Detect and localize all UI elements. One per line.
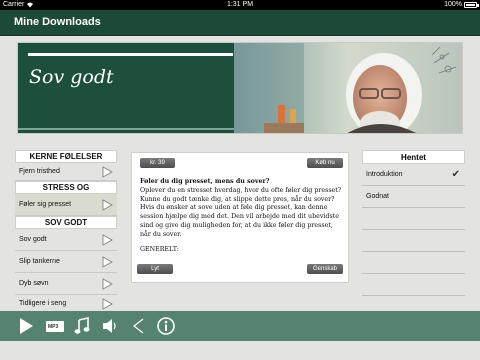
restore-button[interactable]: Genskab xyxy=(307,264,343,274)
listen-button[interactable]: Lyt xyxy=(137,264,173,274)
clock: 1:31 PM xyxy=(226,1,254,8)
empty-row xyxy=(362,208,465,230)
category-list: KERNE FØLELSER Fjern tristhed STRESS OG … xyxy=(15,150,117,313)
downloaded-list: Hentet Introduktion ✔ Godnat xyxy=(362,150,465,318)
list-item-label: Føler sig presset xyxy=(19,201,72,208)
bottom-toolbar: MP3 xyxy=(0,311,480,341)
battery-percent: 100% xyxy=(444,1,462,8)
play-arrow-icon[interactable] xyxy=(102,199,113,211)
section-header-kerne: KERNE FØLELSER xyxy=(15,150,117,163)
info-icon[interactable] xyxy=(157,317,175,335)
battery-icon xyxy=(464,2,477,8)
list-item[interactable]: Sov godt xyxy=(15,229,117,251)
music-note-icon[interactable] xyxy=(74,317,90,335)
banner-title: Sov godt xyxy=(29,66,114,88)
presenter-photo xyxy=(234,43,462,133)
section-header-sov: SOV GODT xyxy=(15,216,117,229)
list-item-label: Fjern tristhed xyxy=(19,168,60,175)
status-bar: Carrier 1:31 PM 100% xyxy=(0,0,480,10)
downloaded-item-label: Introduktion xyxy=(366,171,403,178)
checkmark-icon: ✔ xyxy=(451,169,460,180)
play-arrow-icon[interactable] xyxy=(102,234,113,246)
play-arrow-icon[interactable] xyxy=(102,298,113,310)
general-label: GENERELT: xyxy=(140,245,179,253)
share-icon[interactable] xyxy=(132,317,144,335)
downloaded-header: Hentet xyxy=(362,150,465,164)
play-arrow-icon[interactable] xyxy=(102,256,113,268)
play-arrow-icon[interactable] xyxy=(102,166,113,178)
list-item[interactable]: Dyb søvn xyxy=(15,273,117,295)
downloaded-item-label: Godnat xyxy=(366,193,389,200)
downloaded-item[interactable]: Godnat xyxy=(362,186,465,208)
description-body: Oplever du en stresset hverdag, hvor du … xyxy=(140,186,342,238)
mp3-label: MP3 xyxy=(48,324,59,330)
empty-row xyxy=(362,230,465,252)
empty-row xyxy=(362,274,465,296)
list-item-label: Tidligere i seng xyxy=(19,300,67,307)
price-badge: kr. 39 xyxy=(140,158,175,168)
list-item-label: Sov godt xyxy=(19,236,47,243)
battery-tip xyxy=(477,4,479,7)
downloaded-item[interactable]: Introduktion ✔ xyxy=(362,164,465,186)
volume-icon[interactable] xyxy=(101,317,119,335)
description-heading: Føler du dig presset, mens du sover? xyxy=(140,178,270,185)
header-banner: Sov godt xyxy=(17,42,463,134)
play-arrow-icon[interactable] xyxy=(102,278,113,290)
description: Føler du dig presset, mens du sover? Opl… xyxy=(140,178,344,254)
empty-row xyxy=(362,252,465,274)
mp3-button[interactable]: MP3 xyxy=(45,317,65,335)
list-item-selected[interactable]: Føler sig presset xyxy=(15,194,117,216)
buy-button[interactable]: Køb nu xyxy=(307,158,343,168)
banner-divider xyxy=(28,53,233,56)
list-item-label: Dyb søvn xyxy=(19,280,49,287)
play-icon[interactable] xyxy=(18,317,34,335)
footer-strip xyxy=(0,341,480,360)
list-item[interactable]: Fjern tristhed xyxy=(15,163,117,181)
nav-title: Mine Downloads xyxy=(14,16,101,28)
list-item-label: Slip tankerne xyxy=(19,258,60,265)
navigation-bar: Mine Downloads xyxy=(0,10,480,36)
section-header-stress: STRESS OG KONFLIKTER xyxy=(15,181,117,204)
list-item[interactable]: Slip tankerne xyxy=(15,251,117,273)
banner-stripe xyxy=(18,128,234,130)
product-card: kr. 39 Køb nu Føler du dig presset, mens… xyxy=(131,152,349,283)
